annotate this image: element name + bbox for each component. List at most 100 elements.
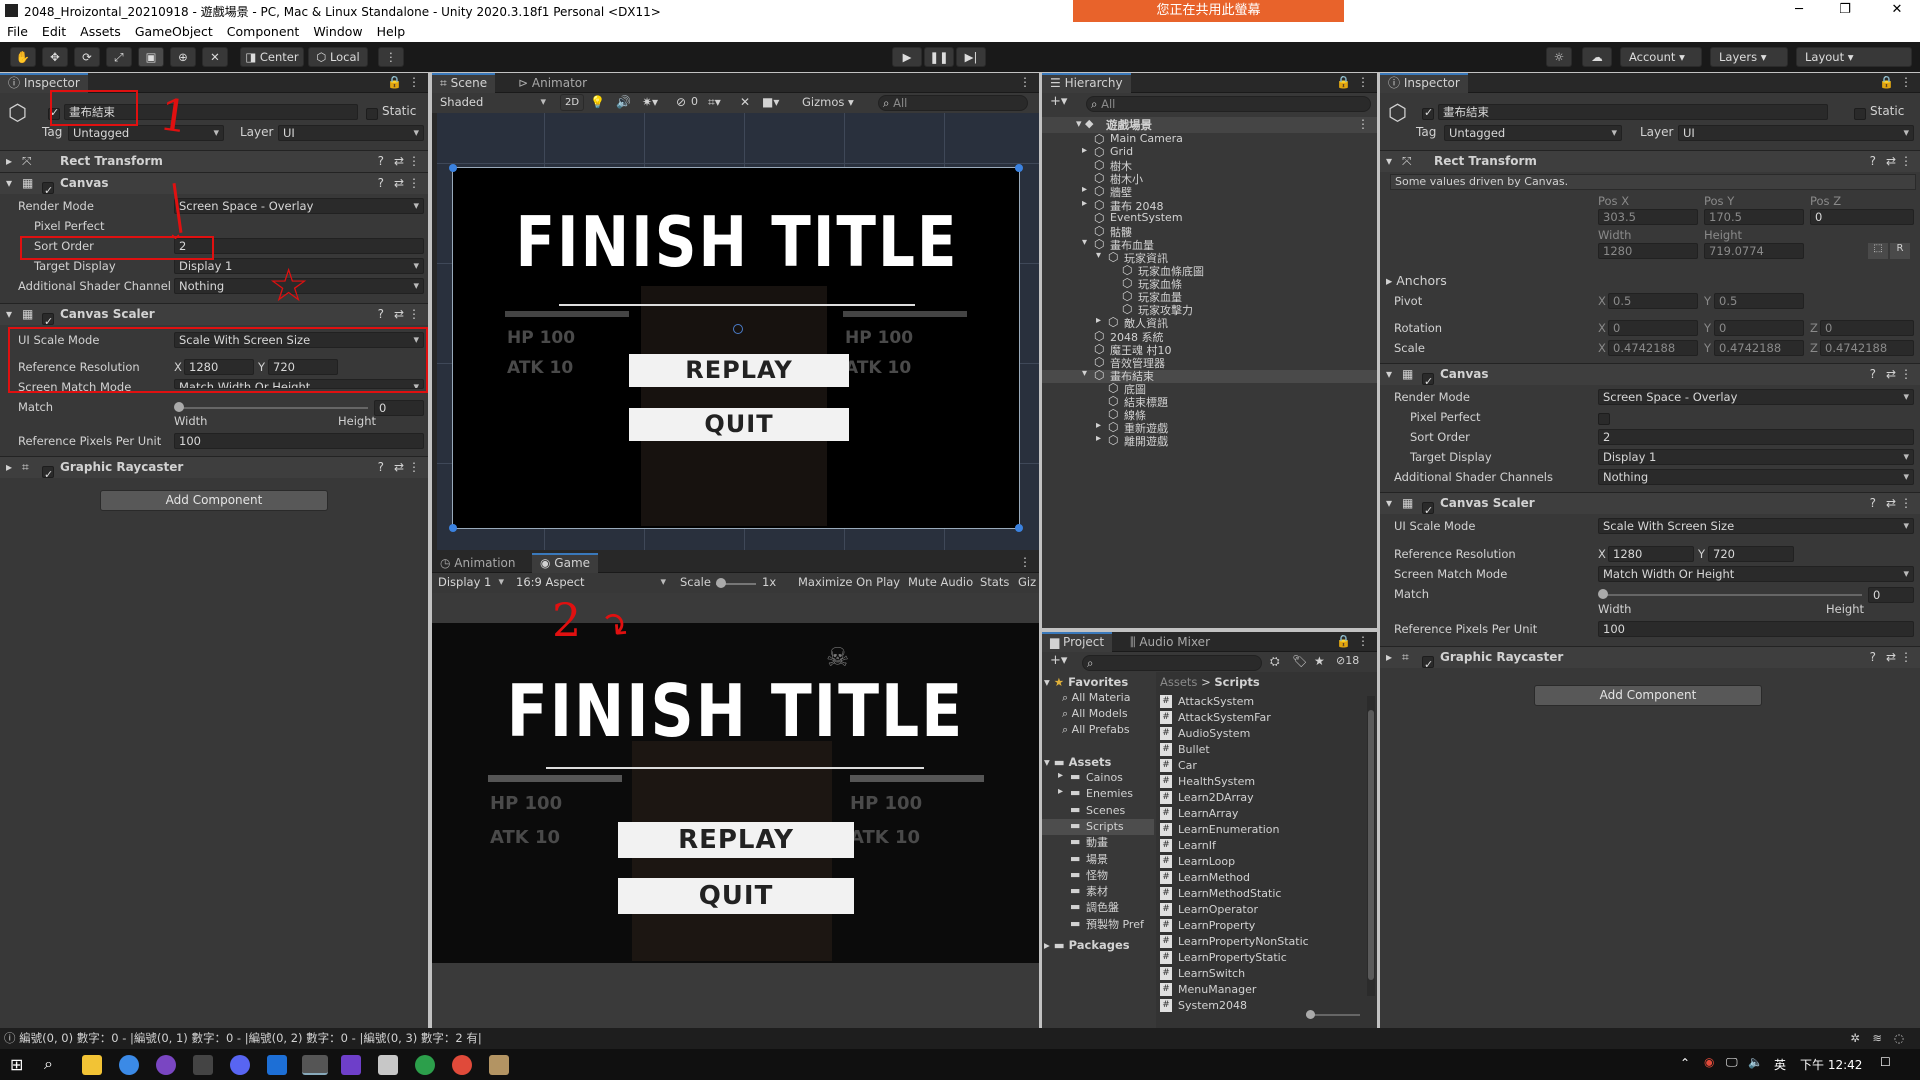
chrome-profile-2-icon[interactable] <box>452 1055 472 1075</box>
asset-folder-item[interactable]: ▬ 場景 <box>1042 852 1154 868</box>
script-item[interactable]: # LearnProperty <box>1160 918 1360 934</box>
hierarchy-item-grid[interactable]: ▸ ⬡ Grid <box>1042 145 1377 160</box>
game-viewport[interactable]: FINISH TITLE HP 100 ATK 10 HP 100 ATK 10… <box>432 623 1039 963</box>
chrome-profile-icon[interactable] <box>415 1055 435 1075</box>
ui-scale-mode-dropdown[interactable]: Scale With Screen Size <box>1598 518 1914 534</box>
asset-folder-item[interactable]: ▸ ▬ Cainos <box>1042 770 1154 786</box>
expand-arrow-icon[interactable]: ▸ <box>1082 198 1087 209</box>
rect-transform-header[interactable]: ▸ ⤧ Rect Transform ? ⇄ ⋮ <box>0 150 428 172</box>
help-icon[interactable]: ? <box>1870 493 1876 514</box>
volume-icon[interactable]: 🔈 <box>1748 1055 1763 1069</box>
component-menu-icon[interactable]: ⋮ <box>408 151 420 172</box>
expand-arrow-icon[interactable]: ▸ <box>1096 433 1101 444</box>
tray-record-icon[interactable]: ◉ <box>1704 1055 1714 1069</box>
shading-mode-dropdown[interactable]: Shaded <box>436 95 550 111</box>
menu-component[interactable]: Component <box>220 22 307 39</box>
lock-icon[interactable]: 🔒 <box>387 75 402 89</box>
rotate-tool-icon[interactable]: ⟳ <box>74 47 100 67</box>
pixel-perfect-checkbox[interactable] <box>1598 412 1610 425</box>
script-item[interactable]: # LearnMethod <box>1160 870 1360 886</box>
posz-field[interactable]: 0 <box>1810 209 1914 225</box>
tab-project[interactable]: ▆ Project <box>1042 632 1113 652</box>
add-component-button[interactable]: Add Component <box>100 490 328 511</box>
scene-search-input[interactable]: ⌕ All <box>878 95 1028 111</box>
script-item[interactable]: # LearnArray <box>1160 806 1360 822</box>
scale-slider-handle[interactable] <box>716 578 726 588</box>
script-item[interactable]: # AudioSystem <box>1160 726 1360 742</box>
game-replay-button[interactable]: REPLAY <box>618 822 854 858</box>
graphic-raycaster-header[interactable]: ▸ ⌗ Graphic Raycaster ? ⇄ ⋮ <box>1380 646 1920 675</box>
lock-icon[interactable]: 🔒 <box>1879 75 1894 89</box>
grid-snap-icon[interactable]: ⋮ <box>378 47 404 67</box>
replay-button[interactable]: REPLAY <box>629 354 849 387</box>
corner-handle-br[interactable] <box>1015 524 1023 532</box>
help-icon[interactable]: ? <box>378 457 384 478</box>
script-item[interactable]: # Bullet <box>1160 742 1360 758</box>
pause-button[interactable]: ❚❚ <box>924 47 954 67</box>
raycaster-enabled-checkbox[interactable] <box>42 464 54 485</box>
ppu-input[interactable]: 100 <box>174 433 424 449</box>
script-item[interactable]: # LearnPropertyStatic <box>1160 950 1360 966</box>
mute-audio-toggle[interactable]: Mute Audio <box>908 575 973 589</box>
menu-dots-icon[interactable]: ⋮ <box>1019 555 1031 569</box>
canvas-rect[interactable]: FINISH TITLE HP 100 ATK 10 HP 100 ATK 10… <box>449 164 1023 532</box>
scene-menu-icon[interactable]: ⋮ <box>1357 117 1369 131</box>
chrome-icon[interactable] <box>119 1055 139 1075</box>
preset-icon[interactable]: ⇄ <box>1886 151 1896 172</box>
camera-icon[interactable]: ■▾ <box>762 95 779 109</box>
pivot-handle[interactable] <box>733 324 743 334</box>
help-icon[interactable]: ? <box>378 304 384 325</box>
menu-dots-icon[interactable]: ⋮ <box>408 75 420 89</box>
favorite-item[interactable]: ⌕ All Materia <box>1062 690 1130 706</box>
hierarchy-item-player-hp-bg[interactable]: ⬡ 玩家血條底圖 <box>1042 263 1377 278</box>
notification-icon[interactable]: ☐ <box>1880 1055 1891 1069</box>
component-menu-icon[interactable]: ⋮ <box>1900 151 1912 172</box>
hierarchy-item-event-system[interactable]: ⬡ EventSystem <box>1042 211 1377 226</box>
hierarchy-item-finish-title[interactable]: ⬡ 結束標題 <box>1042 394 1377 409</box>
lighting-icon[interactable]: 💡 <box>590 95 605 109</box>
canvas-enabled-checkbox[interactable] <box>1422 371 1434 392</box>
expand-arrow-icon[interactable]: ▸ <box>1096 420 1101 431</box>
hierarchy-item-replay[interactable]: ▸ ⬡ 重新遊戲 <box>1042 420 1377 435</box>
render-mode-dropdown[interactable]: Screen Space - Overlay <box>1598 389 1914 405</box>
asset-folder-item[interactable]: ▬ 素材 <box>1042 884 1154 900</box>
ref-res-y-input[interactable]: 720 <box>1708 546 1794 562</box>
tag-dropdown[interactable]: Untagged <box>1444 125 1622 141</box>
breadcrumb-scripts[interactable]: Scripts <box>1214 675 1259 689</box>
account-dropdown[interactable]: Account ▾ <box>1620 47 1702 67</box>
script-item[interactable]: # AttackSystem <box>1160 694 1360 710</box>
component-menu-icon[interactable]: ⋮ <box>1900 364 1912 385</box>
collab-icon[interactable]: ☼ <box>1546 47 1572 67</box>
move-tool-icon[interactable]: ✥ <box>42 47 68 67</box>
component-menu-icon[interactable]: ⋮ <box>408 173 420 194</box>
packages-node[interactable]: ▸ ▬ Packages <box>1044 937 1130 953</box>
render-mode-dropdown[interactable]: Screen Space - Overlay <box>174 198 424 214</box>
minimize-button[interactable]: ─ <box>1776 0 1822 22</box>
unity-editor-taskbar-icon[interactable] <box>302 1055 328 1075</box>
preset-icon[interactable]: ⇄ <box>394 304 404 325</box>
canvas-scaler-enabled-checkbox[interactable] <box>1422 500 1434 521</box>
custom-tool-icon[interactable]: ✕ <box>202 47 228 67</box>
hierarchy-item-player-hp[interactable]: ⬡ 玩家血量 <box>1042 289 1377 304</box>
ref-res-x-input[interactable]: 1280 <box>1608 546 1694 562</box>
hierarchy-item-canvas-health[interactable]: ▾ ⬡ 畫布血量 <box>1042 237 1377 252</box>
scene-viewport[interactable]: FINISH TITLE HP 100 ATK 10 HP 100 ATK 10… <box>437 113 1039 550</box>
menu-assets[interactable]: Assets <box>73 22 128 39</box>
hierarchy-item-player-atk[interactable]: ⬡ 玩家攻擊力 <box>1042 302 1377 317</box>
hierarchy-item-line[interactable]: ⬡ 線條 <box>1042 407 1377 422</box>
hierarchy-item-boss-soul[interactable]: ⬡ 魔王魂 村10 <box>1042 342 1377 357</box>
expand-arrow-icon[interactable]: ▾ <box>1082 368 1087 379</box>
discord-icon[interactable] <box>230 1055 250 1075</box>
hierarchy-item-quit[interactable]: ▸ ⬡ 離開遊戲 <box>1042 433 1377 448</box>
hierarchy-item-canvas-2048[interactable]: ▸ ⬡ 畫布 2048 <box>1042 198 1377 213</box>
filter-label-icon[interactable]: 🏷 <box>1292 654 1307 668</box>
hierarchy-item-audio-manager[interactable]: ⬡ 音效管理器 <box>1042 355 1377 370</box>
asset-folder-item[interactable]: ▬ 調色盤 <box>1042 900 1154 916</box>
gizmos-toggle[interactable]: Giz <box>1018 575 1036 589</box>
corner-handle-tr[interactable] <box>1015 164 1023 172</box>
corner-handle-tl[interactable] <box>449 164 457 172</box>
script-item[interactable]: # AttackSystemFar <box>1160 710 1360 726</box>
hand-tool-icon[interactable]: ✋ <box>10 47 36 67</box>
script-item[interactable]: # LearnSwitch <box>1160 966 1360 982</box>
scrollbar[interactable] <box>1367 696 1375 996</box>
